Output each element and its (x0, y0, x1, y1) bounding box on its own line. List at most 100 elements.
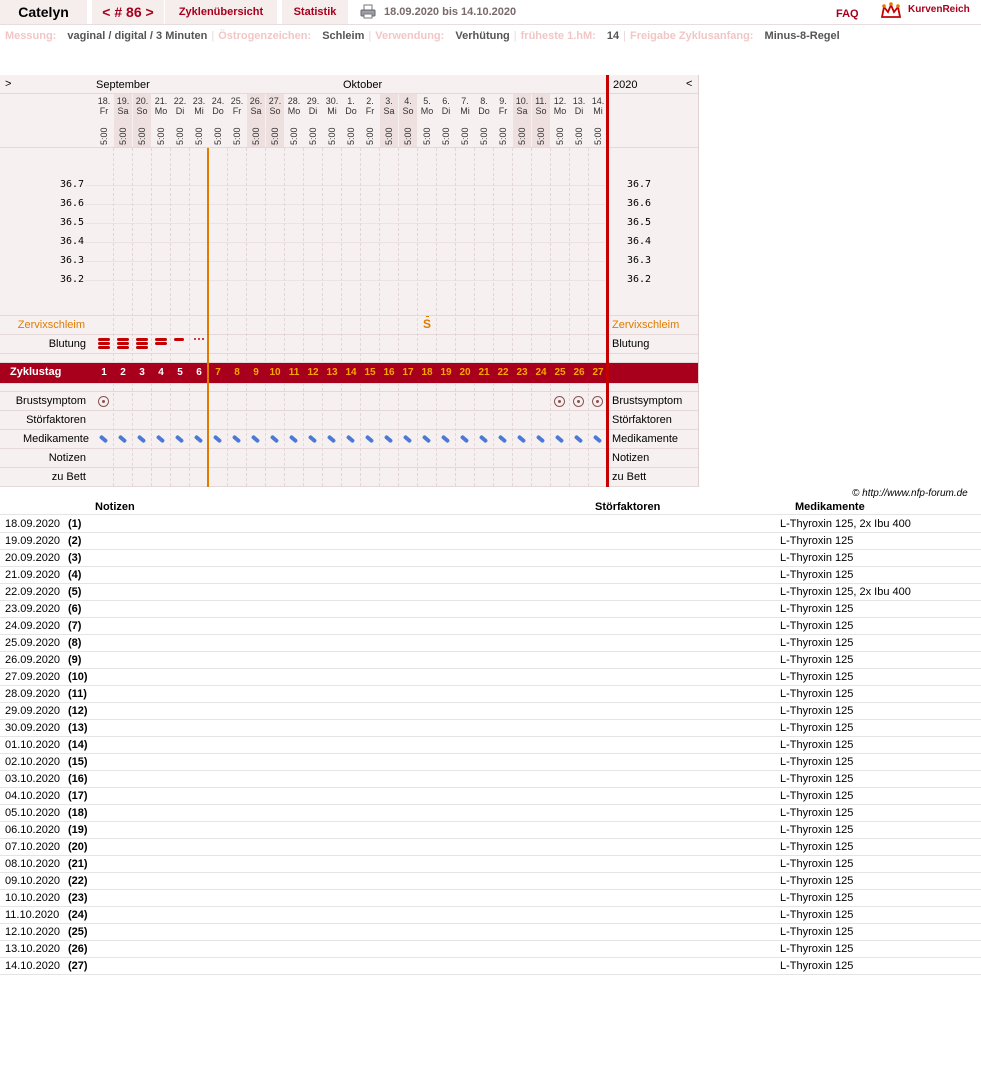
row-date: 28.09.2020 (5, 688, 61, 700)
medication-icon (497, 434, 508, 444)
info-label: früheste 1.hM: (520, 30, 596, 42)
printer-icon[interactable] (360, 4, 376, 19)
weekday: Mi (327, 106, 337, 116)
row-cycle-day: (5) (68, 586, 82, 598)
cycle-day-number: 2 (120, 367, 126, 378)
row-date: 14.10.2020 (5, 960, 61, 972)
row-cycle-day: (27) (68, 960, 88, 972)
day-number: 8. (480, 96, 488, 106)
day-column-line (531, 148, 532, 486)
measure-time: 5:00 (270, 127, 280, 145)
notes-row: 12.10.2020 (25) L-Thyroxin 125 (0, 923, 981, 941)
cycle-day-number: 9 (253, 367, 259, 378)
day-number: 28. (287, 96, 301, 106)
medication-icon (421, 434, 432, 444)
weekday: Do (478, 106, 490, 116)
bleeding-mark (117, 338, 129, 341)
row-medication: L-Thyroxin 125 (780, 637, 854, 649)
zyklustag-label: Zyklustag (10, 366, 62, 378)
row-cycle-day: (10) (68, 671, 88, 683)
day-number: 29. (306, 96, 320, 106)
row-date: 18.09.2020 (5, 518, 61, 530)
brustsymptom-label-right: Brustsymptom (612, 395, 683, 407)
breast-symptom-icon (554, 396, 565, 407)
medication-icon (516, 434, 527, 444)
temp-label: 36.7 (60, 179, 85, 190)
cycle-day-number: 14 (345, 367, 357, 378)
faq-link[interactable]: FAQ (836, 2, 859, 26)
brustsymptom-label: Brustsymptom (15, 395, 86, 407)
row-cycle-day: (1) (68, 518, 82, 530)
day-number: 27. (268, 96, 282, 106)
row-cycle-day: (20) (68, 841, 88, 853)
day-number: 20. (135, 96, 149, 106)
row-cycle-day: (16) (68, 773, 88, 785)
crown-logo-icon[interactable] (880, 2, 902, 20)
notes-row: 14.10.2020 (27) L-Thyroxin 125 (0, 957, 981, 975)
medication-icon (535, 434, 546, 444)
notes-row: 28.09.2020 (11) L-Thyroxin 125 (0, 685, 981, 703)
chart-nav-next-button[interactable]: < (686, 77, 692, 91)
medication-icon (383, 434, 394, 444)
notes-row: 03.10.2020 (16) L-Thyroxin 125 (0, 770, 981, 788)
info-value: Verhütung (455, 30, 510, 42)
info-separator: | (211, 30, 215, 42)
day-column-line (322, 148, 323, 486)
bleeding-mark (98, 342, 110, 345)
measure-time: 5:00 (99, 127, 109, 145)
weekday: Fr (365, 106, 375, 116)
weekday: Mi (593, 106, 603, 116)
grid-line (0, 467, 698, 468)
day-number: 13. (572, 96, 586, 106)
medication-icon (459, 434, 470, 444)
medication-icon (136, 434, 147, 444)
tab-zyklenuebersicht[interactable]: Zyklenübersicht (165, 0, 277, 24)
chart-nav-prev-button[interactable]: > (5, 77, 11, 91)
day-number: 11. (535, 96, 547, 106)
grid-line (0, 315, 698, 316)
row-medication: L-Thyroxin 125 (780, 841, 854, 853)
row-cycle-day: (15) (68, 756, 88, 768)
row-date: 11.10.2020 (5, 909, 60, 921)
notes-row: 20.09.2020 (3) L-Thyroxin 125 (0, 549, 981, 567)
medication-icon (117, 434, 128, 444)
measure-time: 5:00 (289, 127, 299, 145)
row-date: 03.10.2020 (5, 773, 61, 785)
weekday: Mi (460, 106, 470, 116)
measure-time: 5:00 (213, 127, 223, 145)
notes-row: 02.10.2020 (15) L-Thyroxin 125 (0, 753, 981, 771)
cycle-end-line (606, 75, 609, 487)
cycle-day-number: 22 (497, 367, 509, 378)
row-date: 23.09.2020 (5, 603, 61, 615)
grid-line (0, 334, 698, 335)
row-date: 20.09.2020 (5, 552, 61, 564)
measure-time: 5:00 (175, 127, 185, 145)
weekday: So (269, 106, 281, 116)
temp-grid-line (85, 261, 605, 262)
measure-time: 5:00 (327, 127, 337, 145)
weekday: Sa (516, 106, 528, 116)
weekday: Di (175, 106, 185, 116)
cycle-day-number: 21 (478, 367, 490, 378)
medication-icon (174, 434, 185, 444)
cover-line (207, 148, 209, 487)
weekday: Di (441, 106, 451, 116)
measure-time: 5:00 (593, 127, 603, 145)
row-date: 26.09.2020 (5, 654, 61, 666)
notes-row: 21.09.2020 (4) L-Thyroxin 125 (0, 566, 981, 584)
day-number: 6. (442, 96, 450, 106)
zervix-mark: S (423, 317, 432, 331)
row-medication: L-Thyroxin 125 (780, 773, 854, 785)
bleeding-mark (117, 342, 129, 345)
tab-statistik[interactable]: Statistik (282, 0, 348, 24)
medication-icon (269, 434, 280, 444)
logo-text[interactable]: KurvenReich (908, 4, 970, 15)
weekday: Mo (154, 106, 168, 116)
cycle-navigator[interactable]: < # 86 > (92, 0, 164, 24)
row-medication: L-Thyroxin 125 (780, 875, 854, 887)
temp-label: 36.6 (60, 198, 85, 209)
blutung-label: Blutung (48, 338, 86, 350)
cycle-day-number: 25 (554, 367, 566, 378)
notes-row: 29.09.2020 (12) L-Thyroxin 125 (0, 702, 981, 720)
row-medication: L-Thyroxin 125 (780, 739, 854, 751)
